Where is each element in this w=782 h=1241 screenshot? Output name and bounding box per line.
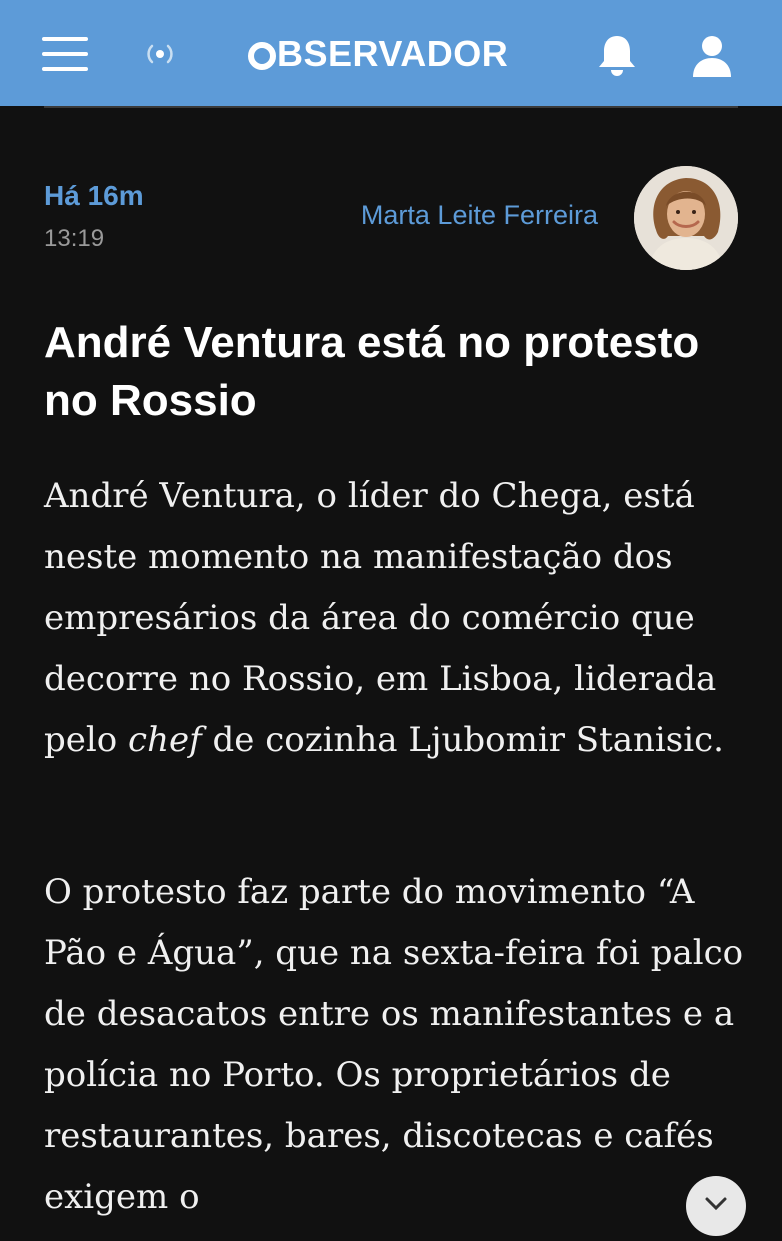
paragraph-1-text-end: de cozinha Ljubomir Stanisic.	[201, 720, 724, 760]
scroll-down-button[interactable]	[686, 1176, 746, 1236]
live-radio-icon[interactable]	[142, 38, 178, 70]
logo-text: BSERVADOR	[277, 33, 509, 74]
observador-logo[interactable]: BSERVADOR	[248, 30, 508, 78]
post-paragraph-1: André Ventura, o líder do Chega, está ne…	[44, 466, 744, 771]
post-headline: André Ventura está no protesto no Rossio	[44, 318, 700, 425]
chevron-down-icon	[705, 1197, 727, 1211]
paragraph-1-text-start: André Ventura, o líder do Chega, está ne…	[44, 476, 717, 760]
user-icon[interactable]	[690, 33, 734, 77]
relative-time: Há 16m	[44, 180, 144, 211]
bell-icon[interactable]	[596, 33, 638, 77]
header-divider	[44, 106, 738, 108]
post-paragraph-2: O protesto faz parte do movimento “A Pão…	[44, 872, 744, 1217]
hamburger-menu-icon[interactable]	[42, 37, 88, 71]
author-avatar[interactable]	[634, 166, 738, 270]
post-time: 13:19	[44, 225, 105, 252]
paragraph-1-italic: chef	[128, 720, 202, 760]
author-name-link[interactable]: Marta Leite Ferreira	[361, 200, 598, 231]
logo-o-mark	[248, 42, 276, 70]
top-navigation-bar: BSERVADOR	[0, 0, 782, 106]
